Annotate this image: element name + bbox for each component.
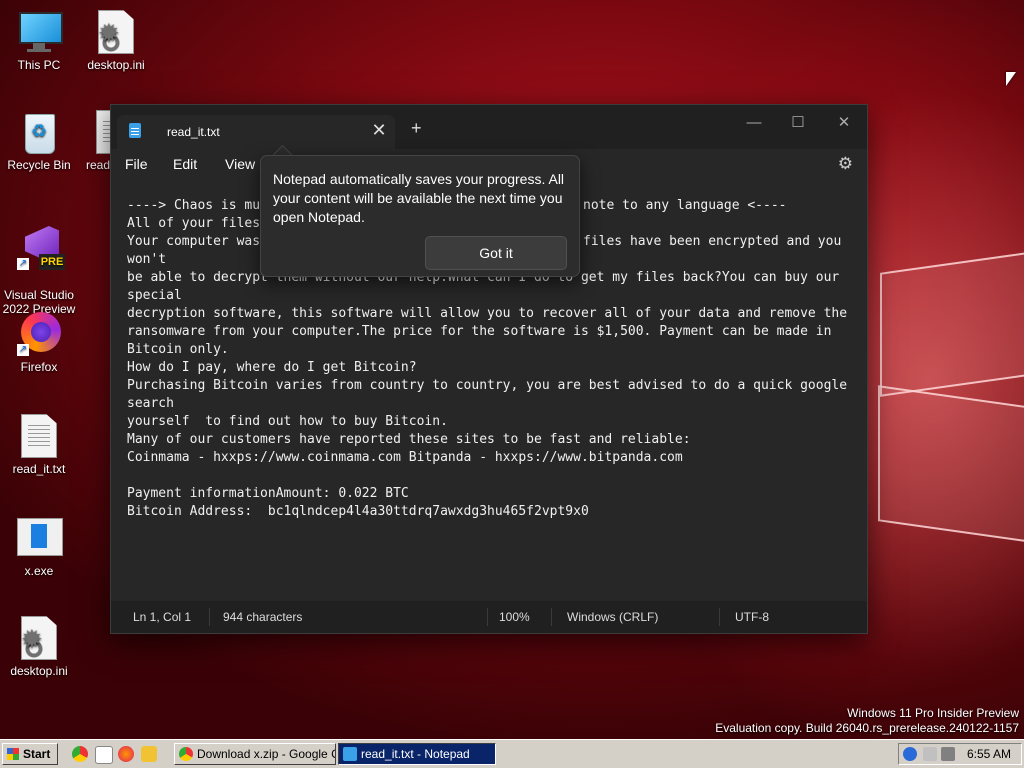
start-button[interactable]: Start bbox=[2, 743, 58, 765]
desktop-icon-label: read bbox=[85, 158, 110, 172]
got-it-button[interactable]: Got it bbox=[425, 236, 567, 270]
monitor-icon bbox=[17, 10, 63, 54]
notepad-quicklaunch-icon[interactable] bbox=[95, 746, 113, 764]
clock[interactable]: 6:55 AM bbox=[967, 744, 1011, 764]
menu-view[interactable]: View bbox=[225, 156, 255, 172]
editor-line: Bitcoin Address: bc1qlndcep4l4a30ttdrq7a… bbox=[127, 504, 589, 519]
desktop-icon-label: x.exe bbox=[24, 564, 54, 578]
editor-line: search bbox=[127, 396, 174, 411]
menu-file[interactable]: File bbox=[125, 156, 148, 172]
status-position: Ln 1, Col 1 bbox=[133, 610, 192, 624]
gear-icon[interactable]: ⚙ bbox=[838, 154, 853, 174]
autosave-popup: Notepad automatically saves your progres… bbox=[260, 155, 580, 277]
desktop-icon-this-pc[interactable]: This PC bbox=[1, 10, 77, 72]
desktop-icon-recycle-bin[interactable]: ♻ Recycle Bin bbox=[1, 110, 77, 172]
status-divider bbox=[719, 608, 720, 626]
desktop-icon-label: Firefox bbox=[20, 360, 58, 374]
firefox-icon: ↗ bbox=[17, 312, 61, 356]
status-bar: Ln 1, Col 1 944 characters 100% Windows … bbox=[111, 601, 867, 633]
title-bar[interactable]: read_it.txt ✕ + — ☐ ✕ bbox=[111, 105, 867, 149]
mouse-cursor-icon bbox=[1006, 72, 1016, 86]
maximize-button[interactable]: ☐ bbox=[783, 111, 813, 135]
watermark-line-1: Windows 11 Pro Insider Preview bbox=[847, 706, 1019, 720]
tab-title: read_it.txt bbox=[167, 125, 220, 139]
menu-edit[interactable]: Edit bbox=[173, 156, 197, 172]
desktop-icon-label: Recycle Bin bbox=[7, 158, 71, 172]
minimize-button[interactable]: — bbox=[739, 111, 769, 135]
wallpaper-logo-pane bbox=[878, 385, 1024, 543]
desktop-icon-read-partial[interactable]: read bbox=[70, 110, 110, 172]
taskbar-button-notepad[interactable]: read_it.txt - Notepad bbox=[338, 743, 496, 765]
new-tab-button[interactable]: + bbox=[411, 119, 422, 137]
editor-line: How do I pay, where do I get Bitcoin? bbox=[127, 360, 417, 375]
recycle-bin-icon: ♻ bbox=[17, 110, 61, 154]
tab-read-it[interactable]: read_it.txt ✕ bbox=[117, 115, 395, 149]
network-icon[interactable] bbox=[923, 747, 937, 761]
text-file-icon bbox=[70, 110, 110, 154]
notepad-icon bbox=[343, 747, 357, 761]
settings-file-icon bbox=[94, 10, 138, 54]
watermark-line-2: Evaluation copy. Build 26040.rs_prerelea… bbox=[715, 721, 1019, 735]
security-icon[interactable] bbox=[903, 747, 917, 761]
desktop-icon-desktop-ini[interactable]: desktop.ini bbox=[78, 10, 154, 72]
tab-close-button[interactable]: ✕ bbox=[369, 119, 389, 141]
desktop-icon-read-it-txt[interactable]: read_it.txt bbox=[1, 414, 77, 476]
close-button[interactable]: ✕ bbox=[829, 111, 859, 135]
status-line-ending[interactable]: Windows (CRLF) bbox=[567, 610, 658, 624]
desktop-icon-label: desktop.ini bbox=[87, 58, 145, 72]
shortcut-arrow-icon: ↗ bbox=[17, 258, 29, 270]
text-file-icon bbox=[17, 414, 61, 458]
executable-icon bbox=[17, 516, 63, 560]
editor-line: Coinmama - hxxps://www.coinmama.com Bitp… bbox=[127, 450, 683, 465]
chrome-icon[interactable] bbox=[72, 746, 88, 762]
desktop-icon-label: desktop.ini bbox=[10, 664, 68, 678]
desktop-icon-label: read_it.txt bbox=[12, 462, 66, 476]
status-divider bbox=[551, 608, 552, 626]
volume-icon[interactable] bbox=[941, 747, 955, 761]
folder-icon[interactable] bbox=[141, 746, 157, 762]
hidden-line-end: files have been encrypted and you bbox=[583, 234, 842, 249]
status-encoding[interactable]: UTF-8 bbox=[735, 610, 769, 624]
wallpaper-logo-pane bbox=[880, 251, 1024, 397]
desktop-icon-x-exe[interactable]: x.exe bbox=[1, 516, 77, 578]
popup-message: Notepad automatically saves your progres… bbox=[273, 171, 565, 225]
notepad-icon bbox=[129, 123, 141, 138]
visual-studio-icon: PRE ↗ bbox=[17, 226, 65, 270]
status-divider bbox=[487, 608, 488, 626]
taskbar-button-chrome[interactable]: Download x.zip - Google C... bbox=[174, 743, 336, 765]
editor-line: Payment informationAmount: 0.022 BTC bbox=[127, 486, 409, 501]
preview-badge: PRE bbox=[39, 254, 65, 270]
editor-line: ransomware from your computer.The price … bbox=[127, 324, 832, 339]
status-divider bbox=[209, 608, 210, 626]
hidden-line-end: note to any language <---- bbox=[583, 198, 787, 213]
editor-line: Many of our customers have reported thes… bbox=[127, 432, 691, 447]
firefox-quicklaunch-icon[interactable] bbox=[118, 746, 134, 762]
shortcut-arrow-icon: ↗ bbox=[17, 344, 29, 356]
windows-flag-icon bbox=[7, 748, 19, 760]
taskbar: Start Download x.zip - Google C... read_… bbox=[0, 739, 1024, 768]
desktop-icon-label: This PC bbox=[17, 58, 61, 72]
desktop-icon-firefox[interactable]: ↗ Firefox bbox=[1, 312, 77, 374]
editor-line: decryption software, this software will … bbox=[127, 306, 848, 321]
editor-line: Purchasing Bitcoin varies from country t… bbox=[127, 378, 848, 393]
chrome-icon bbox=[179, 747, 193, 761]
editor-line: yourself to find out how to buy Bitcoin. bbox=[127, 414, 448, 429]
editor-line: special bbox=[127, 288, 182, 303]
status-characters: 944 characters bbox=[223, 610, 303, 624]
desktop-icon-desktop-ini-2[interactable]: desktop.ini bbox=[1, 616, 77, 678]
status-zoom[interactable]: 100% bbox=[499, 610, 530, 624]
settings-file-icon bbox=[17, 616, 61, 660]
system-tray: 6:55 AM bbox=[898, 743, 1022, 765]
editor-line: Bitcoin only. bbox=[127, 342, 229, 357]
